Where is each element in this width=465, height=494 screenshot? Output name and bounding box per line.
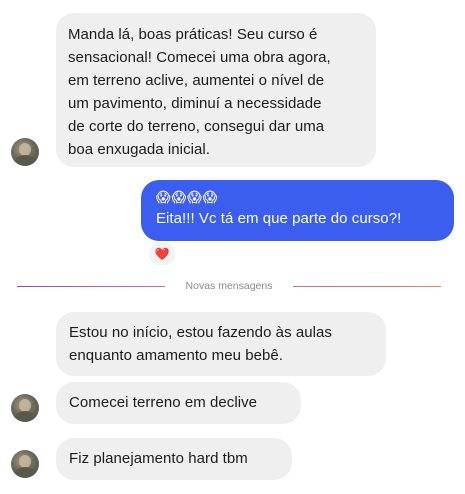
message-bubble-incoming[interactable]: Estou no início, estou fazendo às aulas …: [56, 312, 386, 376]
message-text-line: de corte do terreno, consegui dar uma: [68, 118, 325, 135]
message-text-line: enquanto amamento meu bebê.: [69, 347, 284, 364]
message-text: Fiz planejamento hard tbm: [69, 450, 248, 467]
chat-thread: { "messages": { "incoming_1": { "lines":…: [0, 0, 465, 494]
contact-avatar[interactable]: [11, 394, 39, 422]
contact-avatar[interactable]: [11, 138, 39, 166]
contact-avatar[interactable]: [11, 450, 39, 478]
new-messages-label: Novas mensagens: [185, 280, 273, 292]
message-bubble-incoming[interactable]: Fiz planejamento hard tbm: [56, 438, 292, 480]
divider-line-right: [293, 286, 441, 287]
message-text-line: Estou no início, estou fazendo às aulas: [69, 324, 332, 341]
message-text-line: Manda lá, boas práticas! Seu curso é: [68, 26, 318, 43]
message-bubble-incoming[interactable]: Manda lá, boas práticas! Seu curso é sen…: [56, 13, 376, 167]
message-bubble-outgoing[interactable]: 😱😱😱😱 Eita!!! Vc tá em que parte do curso…: [141, 180, 454, 241]
heart-reaction-icon[interactable]: ❤️: [147, 241, 177, 267]
message-text-line: boa enxugada inicial.: [68, 141, 210, 158]
new-messages-divider: Novas mensagens: [17, 276, 441, 296]
message-text-line: em terreno aclive, aumentei o nível de: [68, 72, 325, 89]
message-bubble-incoming[interactable]: Comecei terreno em declive: [56, 382, 301, 424]
message-text-line: um pavimento, diminuí a necessidade: [68, 95, 322, 112]
emoji-scream-icons: 😱😱😱😱: [156, 189, 219, 205]
message-text: Eita!!! Vc tá em que parte do curso?!: [156, 210, 402, 227]
divider-line-left: [17, 286, 165, 287]
message-text: Comecei terreno em declive: [69, 394, 258, 411]
message-text-line: sensacional! Comecei uma obra agora,: [68, 49, 331, 66]
